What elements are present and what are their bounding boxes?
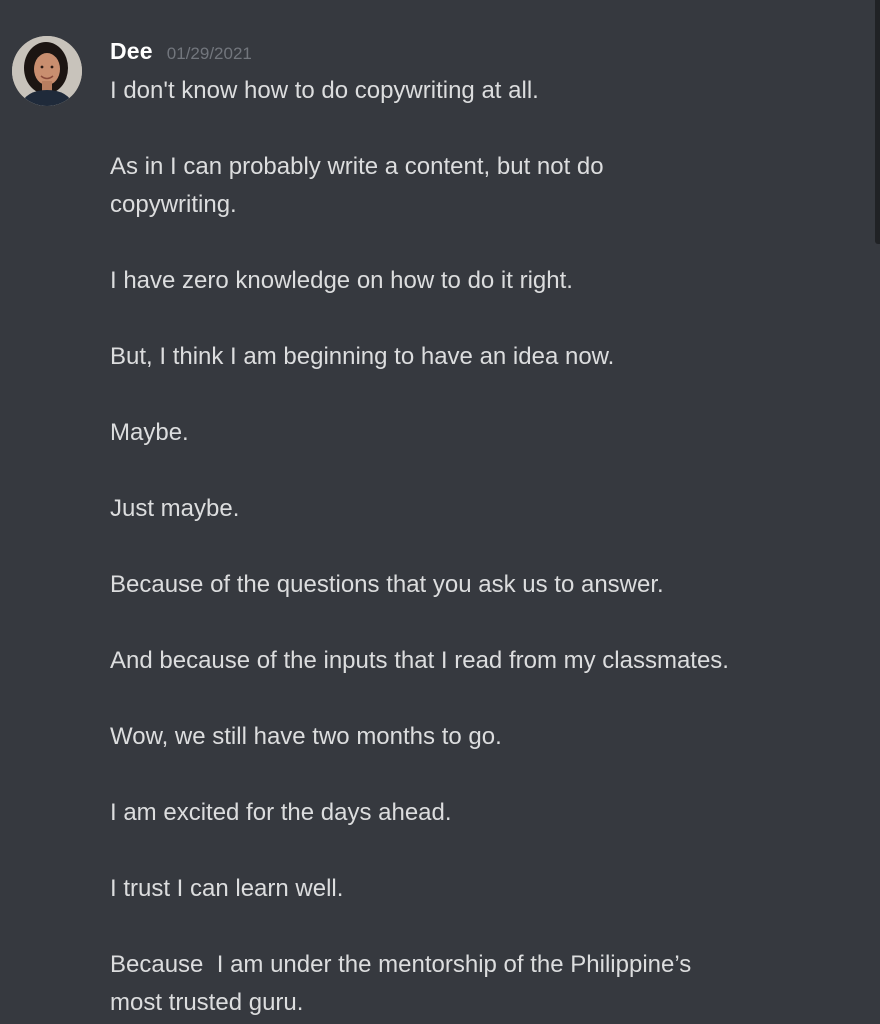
message-line: Wow, we still have two months to go. xyxy=(110,723,502,750)
avatar[interactable] xyxy=(12,36,82,106)
message-line: As in I can probably write a content, bu… xyxy=(110,153,604,218)
message-line: I don't know how to do copywriting at al… xyxy=(110,77,539,104)
message-line: I have zero knowledge on how to do it ri… xyxy=(110,267,573,294)
message-content: I don't know how to do copywriting at al… xyxy=(110,72,810,1024)
message-line: But, I think I am beginning to have an i… xyxy=(110,343,615,370)
scrollbar[interactable] xyxy=(875,0,880,244)
message-line: Maybe. xyxy=(110,419,189,446)
avatar-photo-icon xyxy=(12,36,82,106)
timestamp: 01/29/2021 xyxy=(166,44,252,63)
message-line: I trust I can learn well. xyxy=(110,875,344,902)
message-line: Because I am under the mentorship of the… xyxy=(110,951,692,1016)
message-line: And because of the inputs that I read fr… xyxy=(110,647,729,674)
username[interactable]: Dee xyxy=(110,38,153,65)
message-header: Dee 01/29/2021 xyxy=(110,38,252,68)
message-line: Because of the questions that you ask us… xyxy=(110,571,664,598)
chat-view: Dee 01/29/2021 I don't know how to do co… xyxy=(0,0,880,1024)
message-line: I am excited for the days ahead. xyxy=(110,799,452,826)
message-line: Just maybe. xyxy=(110,495,240,522)
